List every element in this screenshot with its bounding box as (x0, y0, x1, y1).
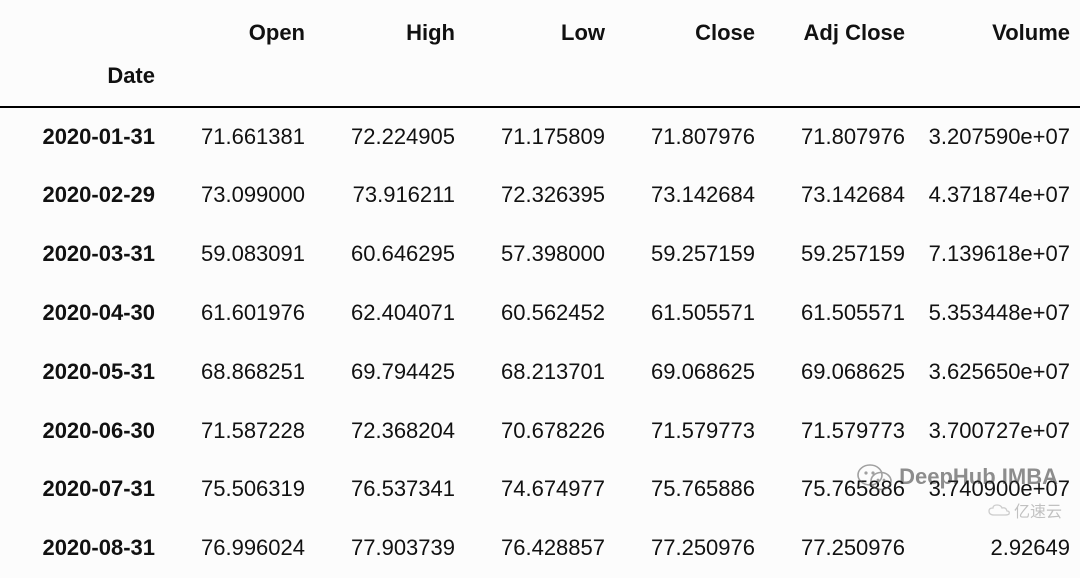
cell-high: 72.368204 (315, 402, 465, 461)
cell-low: 74.674977 (465, 460, 615, 519)
cloud-icon (988, 503, 1010, 517)
cell-low: 57.398000 (465, 225, 615, 284)
cell-high: 77.903739 (315, 519, 465, 578)
cell-open: 71.587228 (165, 402, 315, 461)
row-date: 2020-05-31 (0, 343, 165, 402)
cell-close: 71.807976 (615, 107, 765, 167)
table-row: 2020-06-3071.58722872.36820470.67822671.… (0, 402, 1080, 461)
col-header-close: Close (615, 0, 765, 55)
cell-open: 68.868251 (165, 343, 315, 402)
table-body: 2020-01-3171.66138172.22490571.17580971.… (0, 107, 1080, 578)
wechat-icon (857, 462, 893, 492)
cell-close: 61.505571 (615, 284, 765, 343)
row-date: 2020-01-31 (0, 107, 165, 167)
cell-open: 61.601976 (165, 284, 315, 343)
cell-high: 76.537341 (315, 460, 465, 519)
table-row: 2020-05-3168.86825169.79442568.21370169.… (0, 343, 1080, 402)
cell-high: 60.646295 (315, 225, 465, 284)
cell-close: 77.250976 (615, 519, 765, 578)
watermark2-text: 亿速云 (1014, 498, 1062, 522)
watermark-yisuyun: 亿速云 (988, 498, 1062, 522)
cell-low: 68.213701 (465, 343, 615, 402)
row-date: 2020-07-31 (0, 460, 165, 519)
row-date: 2020-02-29 (0, 166, 165, 225)
row-date: 2020-04-30 (0, 284, 165, 343)
cell-low: 71.175809 (465, 107, 615, 167)
col-header-open: Open (165, 0, 315, 55)
row-date: 2020-03-31 (0, 225, 165, 284)
col-header-adjclose: Adj Close (765, 0, 915, 55)
cell-high: 73.916211 (315, 166, 465, 225)
cell-adjclose: 71.807976 (765, 107, 915, 167)
cell-volume: 3.700727e+07 (915, 402, 1080, 461)
cell-adjclose: 77.250976 (765, 519, 915, 578)
cell-open: 73.099000 (165, 166, 315, 225)
cell-volume: 5.353448e+07 (915, 284, 1080, 343)
cell-close: 59.257159 (615, 225, 765, 284)
cell-low: 60.562452 (465, 284, 615, 343)
row-date: 2020-06-30 (0, 402, 165, 461)
cell-high: 72.224905 (315, 107, 465, 167)
watermark-deephub: DeepHub IMBA (857, 462, 1058, 492)
cell-low: 76.428857 (465, 519, 615, 578)
table-row: 2020-02-2973.09900073.91621172.32639573.… (0, 166, 1080, 225)
cell-volume: 7.139618e+07 (915, 225, 1080, 284)
cell-volume: 3.625650e+07 (915, 343, 1080, 402)
table-header: Open High Low Close Adj Close Volume Dat… (0, 0, 1080, 107)
cell-low: 70.678226 (465, 402, 615, 461)
watermark-text: DeepHub IMBA (899, 464, 1058, 490)
table-row: 2020-08-3176.99602477.90373976.42885777.… (0, 519, 1080, 578)
row-date: 2020-08-31 (0, 519, 165, 578)
cell-close: 71.579773 (615, 402, 765, 461)
cell-low: 72.326395 (465, 166, 615, 225)
cell-open: 75.506319 (165, 460, 315, 519)
index-label: Date (0, 55, 165, 107)
cell-adjclose: 73.142684 (765, 166, 915, 225)
cell-open: 71.661381 (165, 107, 315, 167)
col-header-high: High (315, 0, 465, 55)
table-row: 2020-04-3061.60197662.40407160.56245261.… (0, 284, 1080, 343)
cell-close: 73.142684 (615, 166, 765, 225)
cell-adjclose: 61.505571 (765, 284, 915, 343)
col-header-low: Low (465, 0, 615, 55)
col-header-volume: Volume (915, 0, 1080, 55)
cell-open: 76.996024 (165, 519, 315, 578)
cell-close: 75.765886 (615, 460, 765, 519)
table-row: 2020-01-3171.66138172.22490571.17580971.… (0, 107, 1080, 167)
cell-close: 69.068625 (615, 343, 765, 402)
cell-open: 59.083091 (165, 225, 315, 284)
cell-volume: 3.207590e+07 (915, 107, 1080, 167)
cell-adjclose: 59.257159 (765, 225, 915, 284)
cell-high: 69.794425 (315, 343, 465, 402)
cell-adjclose: 69.068625 (765, 343, 915, 402)
cell-volume: 2.92649 (915, 519, 1080, 578)
cell-adjclose: 71.579773 (765, 402, 915, 461)
cell-high: 62.404071 (315, 284, 465, 343)
cell-volume: 4.371874e+07 (915, 166, 1080, 225)
table-row: 2020-03-3159.08309160.64629557.39800059.… (0, 225, 1080, 284)
